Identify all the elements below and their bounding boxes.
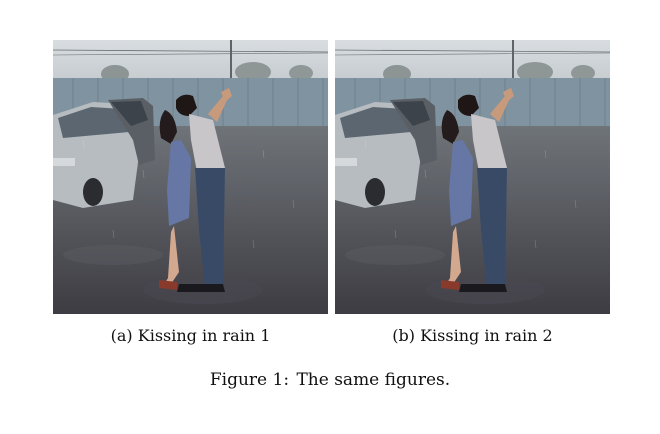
figure-caption-text: The same figures. (296, 370, 451, 390)
subfigure-a-caption: (a) Kissing in rain 1 (53, 326, 328, 346)
figure-caption: Figure 1: The same figures. (0, 369, 660, 391)
subfigure-b-label: (b) (392, 326, 415, 345)
subfigure-a: (a) Kissing in rain 1 (53, 40, 328, 345)
photo-kissing-in-rain-1 (53, 40, 328, 314)
subfigure-b: (b) Kissing in rain 2 (335, 40, 610, 345)
subfigure-b-caption: (b) Kissing in rain 2 (335, 326, 610, 346)
photo-kissing-in-rain-2 (335, 40, 610, 314)
subfigure-a-label: (a) (110, 326, 133, 345)
subfigure-b-text: Kissing in rain 2 (420, 326, 553, 345)
figure-label: Figure 1: (209, 370, 290, 390)
subfigure-a-text: Kissing in rain 1 (137, 326, 271, 345)
